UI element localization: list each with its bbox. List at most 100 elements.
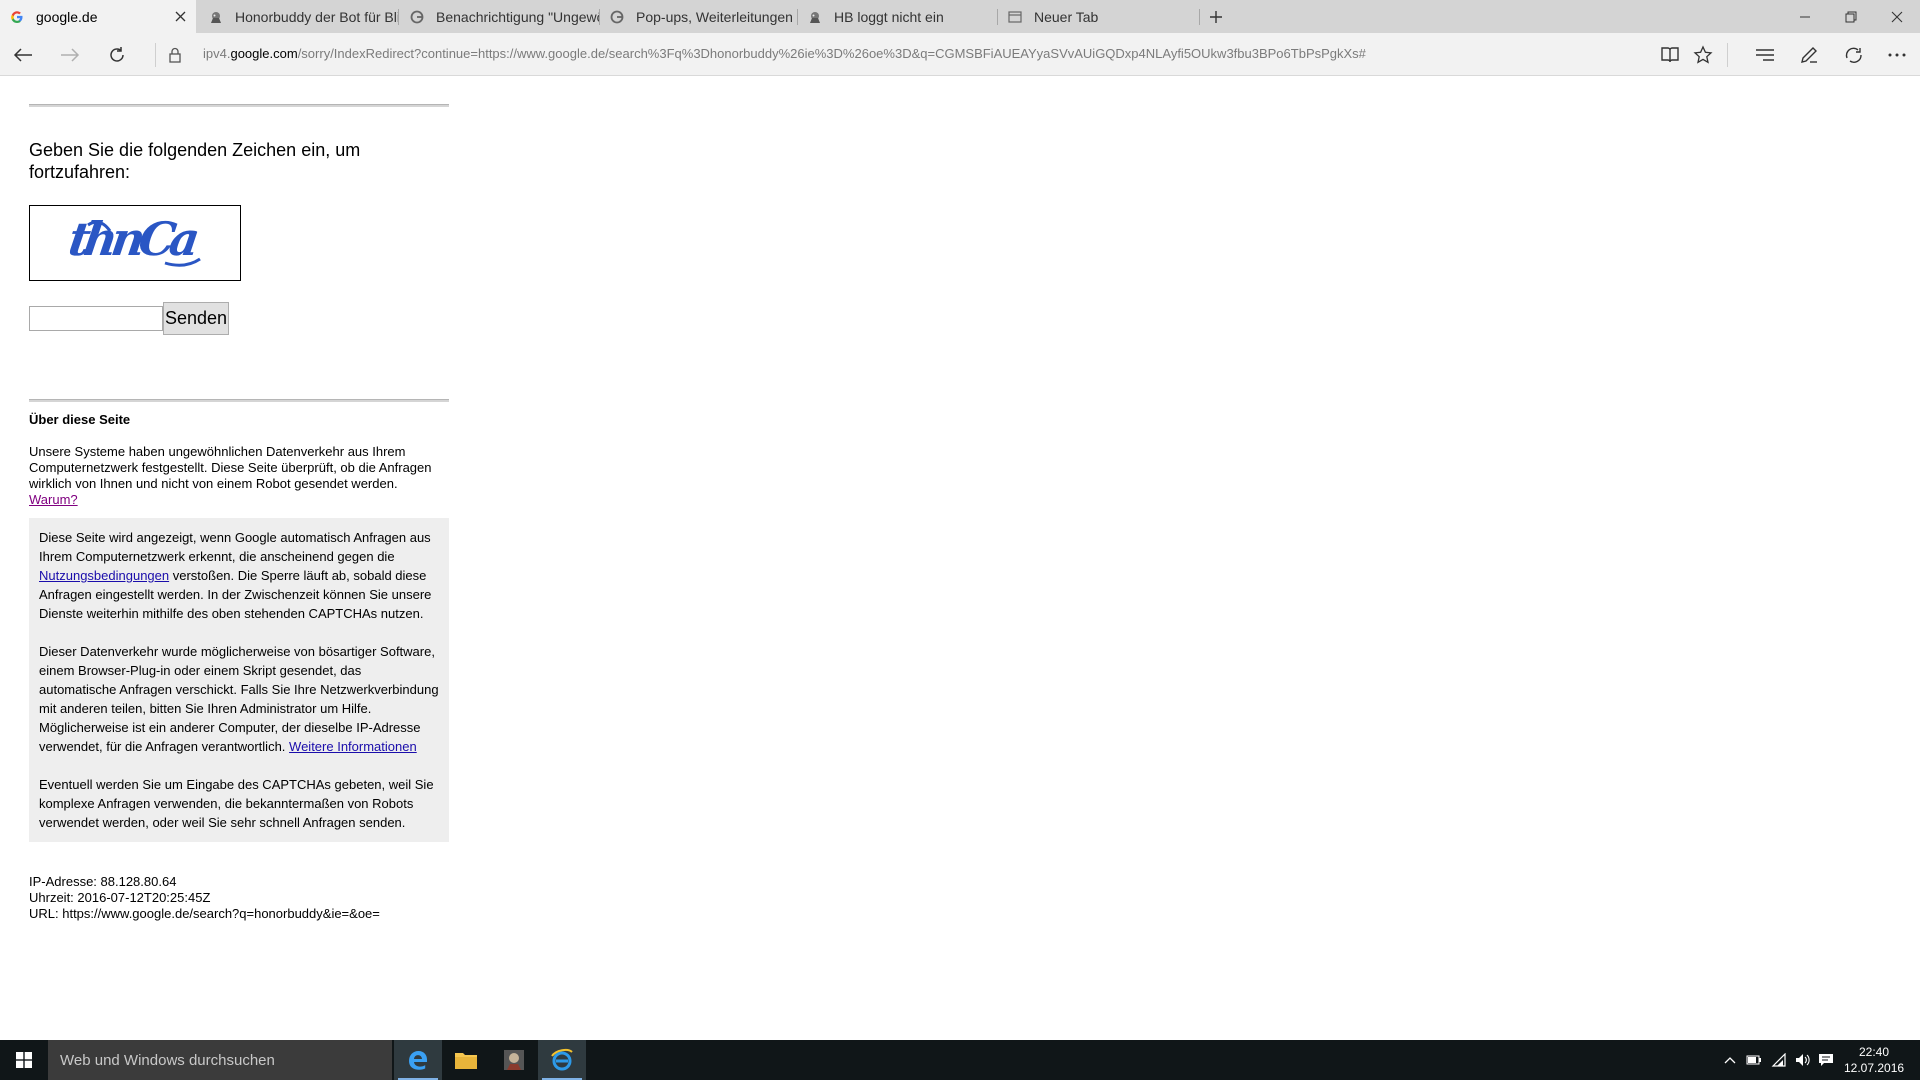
tab-title: Pop-ups, Weiterleitungen u — [636, 8, 798, 25]
notification-icon[interactable] — [1818, 1052, 1834, 1068]
volume-icon[interactable] — [1795, 1052, 1811, 1068]
system-clock[interactable]: 22:40 12.07.2016 — [1844, 1044, 1904, 1076]
tab-hb-loggt[interactable]: HB loggt nicht ein — [798, 0, 998, 33]
captcha-prompt: Geben Sie die folgenden Zeichen ein, um … — [29, 140, 361, 182]
info-box: Diese Seite wird angezeigt, wenn Google … — [29, 518, 449, 842]
terms-link[interactable]: Nutzungsbedingungen — [39, 568, 169, 583]
browser-toolbar: ipv4.google.com/sorry/IndexRedirect?cont… — [0, 33, 1920, 76]
honorbuddy-icon — [209, 10, 223, 24]
clock-date: 12.07.2016 — [1844, 1061, 1905, 1075]
web-note-button[interactable] — [1794, 40, 1824, 70]
google-g-icon — [10, 10, 24, 24]
internet-explorer-icon — [551, 1048, 573, 1071]
minimize-icon — [1800, 16, 1810, 17]
tab-title: HB loggt nicht ein — [834, 8, 944, 25]
share-icon — [1845, 47, 1862, 63]
close-icon[interactable] — [172, 8, 188, 24]
battery-icon[interactable] — [1746, 1052, 1762, 1068]
tab-title: Neuer Tab — [1034, 8, 1099, 25]
tab-benachrichtigung[interactable]: Benachrichtigung "Ungewö — [400, 0, 600, 33]
taskbar-internet-explorer[interactable] — [538, 1040, 586, 1080]
back-button[interactable] — [8, 40, 38, 70]
lock-icon[interactable] — [160, 40, 190, 70]
restore-icon — [1845, 11, 1857, 22]
star-icon — [1693, 45, 1713, 64]
tab-google[interactable]: google.de — [0, 0, 196, 33]
plus-icon — [1210, 11, 1222, 23]
address-bar[interactable]: ipv4.google.com/sorry/IndexRedirect?cont… — [203, 46, 1623, 61]
honorbuddy-icon — [808, 10, 822, 24]
about-title: Über diese Seite — [29, 412, 131, 427]
tab-neuer-tab[interactable]: Neuer Tab — [998, 0, 1200, 33]
close-icon — [1891, 11, 1903, 22]
search-placeholder: Web und Windows durchsuchen — [60, 1051, 275, 1069]
tab-title: google.de — [36, 8, 98, 25]
new-tab-button[interactable] — [1205, 6, 1227, 28]
page-viewport: Geben Sie die folgenden Zeichen ein, um … — [0, 76, 1920, 1040]
about-text: Unsere Systeme haben ungewöhnlichen Date… — [29, 444, 449, 508]
page-icon — [1008, 10, 1022, 24]
tab-popups[interactable]: Pop-ups, Weiterleitungen u — [600, 0, 798, 33]
captcha-text: thnCa — [65, 213, 200, 266]
favorite-button[interactable] — [1688, 40, 1718, 70]
info-text: Dieser Datenverkehr wurde möglicherweise… — [39, 644, 439, 754]
captcha-image: thnCa — [29, 205, 241, 281]
tab-strip: google.de Honorbuddy der Bot für Bli: Be… — [0, 0, 1920, 33]
address-host: google.com — [230, 46, 298, 61]
google-g-icon — [410, 10, 424, 24]
more-button[interactable] — [1882, 40, 1912, 70]
reading-view-button[interactable] — [1655, 40, 1685, 70]
more-info-link[interactable]: Weitere Informationen — [289, 739, 417, 754]
about-body: Unsere Systeme haben ungewöhnlichen Date… — [29, 444, 432, 491]
info-paragraph-2: Dieser Datenverkehr wurde möglicherweise… — [39, 642, 439, 756]
close-window-button[interactable] — [1874, 0, 1920, 33]
tab-honorbuddy[interactable]: Honorbuddy der Bot für Bli: — [199, 0, 399, 33]
more-icon — [1888, 53, 1906, 57]
share-button[interactable] — [1839, 40, 1869, 70]
tab-title: Benachrichtigung "Ungewö — [436, 8, 600, 25]
why-link[interactable]: Warum? — [29, 492, 78, 507]
tab-title: Honorbuddy der Bot für Bli: — [235, 8, 399, 25]
captcha-page: Geben Sie die folgenden Zeichen ein, um … — [29, 104, 449, 922]
taskbar-honorbuddy[interactable] — [490, 1040, 538, 1080]
folder-icon — [455, 1053, 477, 1069]
hub-icon — [1756, 49, 1774, 61]
divider — [29, 399, 449, 402]
chevron-up-icon[interactable] — [1722, 1052, 1738, 1068]
captcha-input[interactable] — [29, 306, 163, 331]
edge-icon — [409, 1051, 427, 1070]
captcha-form: Senden — [29, 302, 449, 335]
google-g-icon — [610, 10, 624, 24]
refresh-button[interactable] — [102, 40, 132, 70]
arrow-right-icon — [61, 48, 80, 62]
restore-button[interactable] — [1828, 0, 1874, 33]
hub-button[interactable] — [1750, 40, 1780, 70]
forward-button[interactable] — [55, 40, 85, 70]
taskbar: Web und Windows durchsuchen 22:40 12.07.… — [0, 1040, 1920, 1080]
request-meta: IP-Adresse: 88.128.80.64 Uhrzeit: 2016-0… — [29, 874, 449, 922]
address-path: /sorry/IndexRedirect?continue=https://ww… — [297, 46, 1366, 61]
taskbar-edge[interactable] — [394, 1040, 442, 1080]
wifi-icon[interactable] — [1771, 1052, 1787, 1068]
info-paragraph-3: Eventuell werden Sie um Eingabe des CAPT… — [39, 777, 434, 830]
address-prefix: ipv4. — [203, 46, 231, 61]
pen-icon — [1801, 47, 1817, 63]
submit-button[interactable]: Senden — [163, 302, 230, 335]
info-paragraph-1: Diese Seite wird angezeigt, wenn Google … — [39, 528, 439, 623]
captcha-glyphs: thnCa — [65, 213, 201, 267]
windows-logo-icon — [16, 1052, 32, 1068]
divider — [29, 104, 449, 107]
arrow-left-icon — [13, 48, 32, 62]
ip-address: IP-Adresse: 88.128.80.64 — [29, 874, 177, 889]
request-url: URL: https://www.google.de/search?q=hono… — [29, 906, 380, 921]
taskbar-search[interactable]: Web und Windows durchsuchen — [48, 1040, 392, 1080]
refresh-icon — [110, 47, 124, 62]
clock-time: 22:40 — [1858, 1045, 1890, 1059]
book-icon — [1661, 47, 1679, 63]
start-button[interactable] — [0, 1040, 48, 1080]
honorbuddy-icon — [504, 1050, 524, 1070]
taskbar-explorer[interactable] — [442, 1040, 490, 1080]
request-time: Uhrzeit: 2016-07-12T20:25:45Z — [29, 890, 211, 905]
minimize-button[interactable] — [1782, 0, 1828, 33]
info-text: Diese Seite wird angezeigt, wenn Google … — [39, 530, 431, 564]
